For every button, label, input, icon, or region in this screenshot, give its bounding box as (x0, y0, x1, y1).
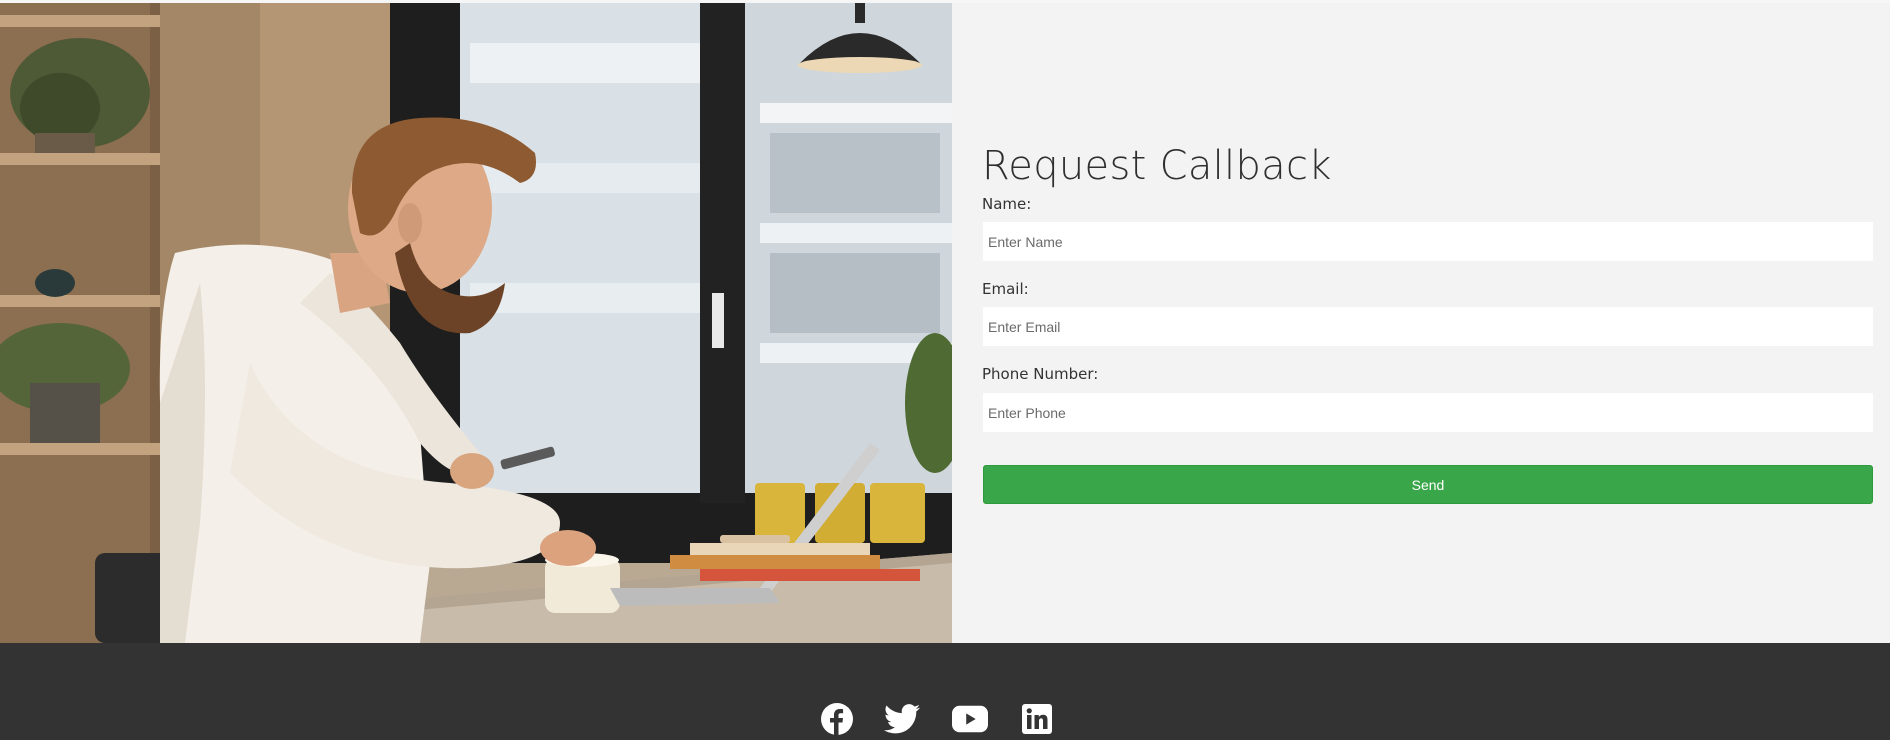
footer (0, 643, 1890, 740)
form-title: Request Callback (982, 143, 1332, 189)
email-input[interactable] (983, 307, 1873, 346)
youtube-icon[interactable] (952, 701, 988, 737)
phone-label: Phone Number: (982, 365, 1099, 383)
office-worker-photo (0, 3, 952, 643)
send-button[interactable]: Send (983, 465, 1873, 504)
linkedin-icon[interactable] (1019, 701, 1055, 737)
name-input[interactable] (983, 222, 1873, 261)
hero-section: Request Callback Name: Email: Phone Numb… (0, 3, 1890, 643)
facebook-icon[interactable] (819, 701, 855, 737)
twitter-icon[interactable] (884, 701, 920, 737)
name-label: Name: (982, 195, 1032, 213)
callback-form-panel: Request Callback Name: Email: Phone Numb… (952, 3, 1890, 643)
email-label: Email: (982, 280, 1029, 298)
phone-input[interactable] (983, 393, 1873, 432)
